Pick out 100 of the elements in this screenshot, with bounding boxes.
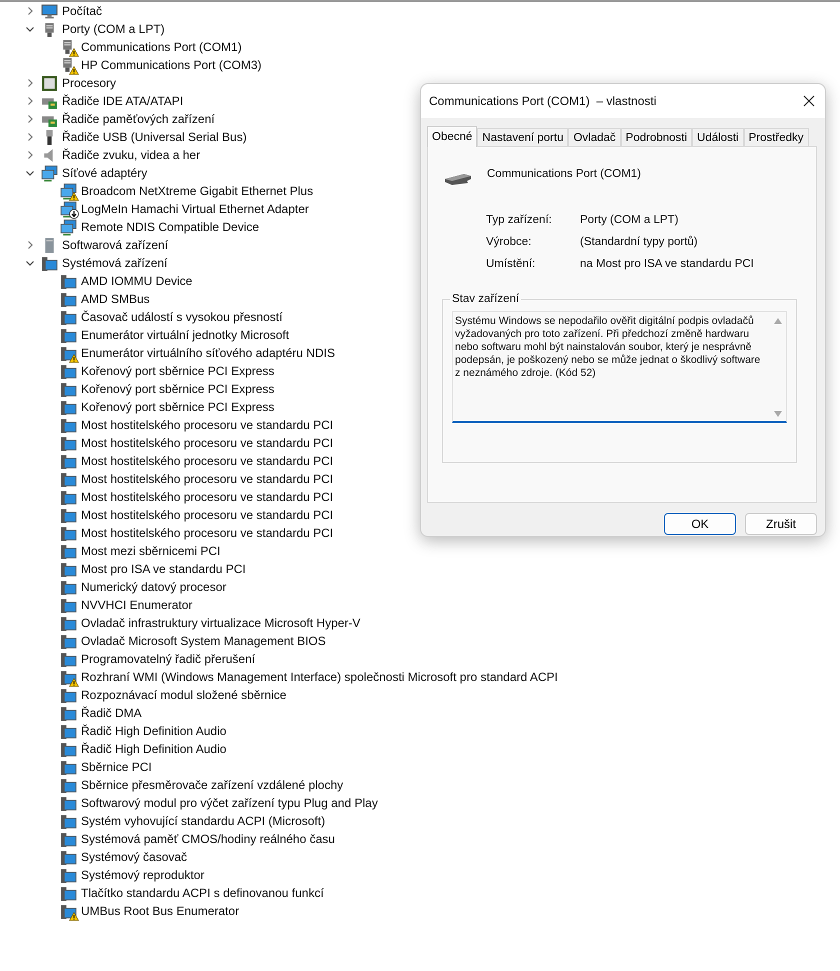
system-device-icon	[60, 506, 77, 524]
ok-button[interactable]: OK	[664, 513, 736, 535]
device-label[interactable]: Most hostitelského procesoru ve standardu PCI	[81, 525, 334, 541]
device-label[interactable]: Kořenový port sběrnice PCI Express	[81, 363, 274, 379]
chevron-icon[interactable]	[25, 114, 35, 124]
system-device-icon	[60, 596, 77, 614]
category-label[interactable]: Řadiče zvuku, videa a her	[62, 147, 200, 163]
device-label[interactable]: Kořenový port sběrnice PCI Express	[81, 381, 274, 397]
system-device-icon	[60, 488, 77, 506]
property-label: Typ zařízení:	[486, 213, 553, 228]
system-device-icon	[60, 416, 77, 434]
device-label[interactable]: Most mezi sběrnicemi PCI	[81, 543, 220, 559]
chevron-icon[interactable]	[25, 240, 35, 250]
system-device-icon	[60, 722, 77, 740]
close-icon[interactable]	[803, 95, 815, 107]
chevron-icon[interactable]	[25, 168, 35, 178]
device-label[interactable]: Softwarový modul pro výčet zařízení typu Plug and Play	[81, 795, 378, 811]
device-label[interactable]: Systémový časovač	[81, 849, 188, 865]
system-device-icon	[41, 254, 58, 272]
device-label[interactable]: Systém vyhovující standardu ACPI (Microsoft)	[81, 813, 326, 829]
category-label[interactable]: Softwarová zařízení	[62, 237, 168, 253]
category-label[interactable]: Řadiče paměťových zařízení	[62, 111, 215, 127]
device-label[interactable]: AMD IOMMU Device	[81, 273, 192, 289]
chevron-icon[interactable]	[25, 258, 35, 268]
system-device-icon	[60, 398, 77, 416]
category-label[interactable]: Procesory	[62, 75, 116, 91]
device-label[interactable]: Most hostitelského procesoru ve standardu PCI	[81, 489, 334, 505]
device-label[interactable]: NVVHCI Enumerator	[81, 597, 192, 613]
monitor-icon	[41, 2, 58, 20]
category-label[interactable]: Řadiče IDE ATA/ATAPI	[62, 93, 184, 109]
device-label[interactable]: Sběrnice přesměrovače zařízení vzdálené plochy	[81, 777, 344, 793]
device-label[interactable]: Most hostitelského procesoru ve standardu PCI	[81, 435, 334, 451]
system-device-icon	[60, 542, 77, 560]
device-label[interactable]: UMBus Root Bus Enumerator	[81, 903, 240, 919]
device-label[interactable]: Enumerátor virtuální jednotky Microsoft	[81, 327, 290, 343]
system-device-icon	[60, 380, 77, 398]
device-label[interactable]: Řadič High Definition Audio	[81, 741, 226, 757]
system-device-icon	[60, 524, 77, 542]
device-label[interactable]: Systémový reproduktor	[81, 867, 204, 883]
device-label[interactable]: Sběrnice PCI	[81, 759, 152, 775]
category-label[interactable]: Síťové adaptéry	[62, 165, 148, 181]
device-label[interactable]: Rozhraní WMI (Windows Management Interface) společnosti Microsoft pro standard ACPI	[81, 669, 558, 685]
device-label[interactable]: Most hostitelského procesoru ve standardu PCI	[81, 453, 334, 469]
device-label[interactable]: Broadcom NetXtreme Gigabit Ethernet Plus	[81, 183, 314, 199]
device-label[interactable]: Systémová paměť CMOS/hodiny reálného času	[81, 831, 335, 847]
device-label[interactable]: Řadič High Definition Audio	[81, 723, 226, 739]
device-label[interactable]: Ovladač infrastruktury virtualizace Microsoft Hyper-V	[81, 615, 360, 631]
property-value: na Most pro ISA ve standardu PCI	[580, 257, 755, 272]
property-value: Porty (COM a LPT)	[580, 213, 680, 228]
device-label[interactable]: Communications Port (COM1)	[81, 39, 242, 55]
system-device-icon	[60, 866, 77, 884]
tab[interactable]: Podrobnosti	[620, 128, 692, 146]
device-label[interactable]: Most hostitelského procesoru ve standardu PCI	[81, 471, 334, 487]
chevron-icon[interactable]	[25, 24, 35, 34]
device-label[interactable]: Kořenový port sběrnice PCI Express	[81, 399, 274, 415]
cancel-button[interactable]: Zrušit	[745, 513, 817, 535]
device-label[interactable]: Most hostitelského procesoru ve standardu PCI	[81, 417, 334, 433]
system-device-icon	[60, 326, 77, 344]
tab[interactable]: Obecné	[427, 126, 478, 147]
device-label[interactable]: Numerický datový procesor	[81, 579, 226, 595]
group-title: Stav zařízení	[451, 293, 520, 305]
device-label[interactable]: Most hostitelského procesoru ve standardu PCI	[81, 507, 334, 523]
system-device-icon	[60, 812, 77, 830]
chevron-icon[interactable]	[25, 6, 35, 16]
device-name: Communications Port (COM1)	[487, 168, 642, 180]
system-device-icon	[60, 794, 77, 812]
tab[interactable]: Prostředky	[744, 128, 809, 146]
system-device-icon	[60, 308, 77, 326]
category-label[interactable]: Porty (COM a LPT)	[62, 21, 165, 37]
network-icon	[41, 164, 58, 182]
device-label[interactable]: Tlačítko standardu ACPI s definovanou funkcí	[81, 885, 324, 901]
device-label[interactable]: Časovač událostí s vysokou přesností	[81, 309, 282, 325]
property-label: Umístění:	[486, 257, 536, 272]
status-field[interactable]	[452, 311, 787, 423]
chevron-icon[interactable]	[25, 150, 35, 160]
system-device-icon	[60, 884, 77, 902]
property-value: (Standardní typy portů)	[580, 235, 699, 250]
dialog-title: Communications Port (COM1) – vlastnosti	[429, 94, 656, 108]
device-label[interactable]: Most pro ISA ve standardu PCI	[81, 561, 246, 577]
category-label[interactable]: Počítač	[62, 3, 102, 19]
device-label[interactable]: Programovatelný řadič přerušení	[81, 651, 256, 667]
device-label[interactable]: AMD SMBus	[81, 291, 150, 307]
device-label[interactable]: Remote NDIS Compatible Device	[81, 219, 260, 235]
device-label[interactable]: Enumerátor virtuálního síťového adaptéru NDIS	[81, 345, 335, 361]
device-label[interactable]: Ovladač Microsoft System Management BIOS	[81, 633, 326, 649]
chevron-icon[interactable]	[25, 78, 35, 88]
tab[interactable]: Nastavení portu	[477, 128, 568, 146]
device-label[interactable]: Rozpoznávací modul složené sběrnice	[81, 687, 286, 703]
category-label[interactable]: Systémová zařízení	[62, 255, 168, 271]
system-device-icon	[60, 704, 77, 722]
network-icon	[60, 218, 77, 236]
chevron-icon[interactable]	[25, 96, 35, 106]
system-device-icon	[60, 848, 77, 866]
tab[interactable]: Ovladač	[568, 128, 621, 146]
device-label[interactable]: HP Communications Port (COM3)	[81, 57, 262, 73]
category-label[interactable]: Řadiče USB (Universal Serial Bus)	[62, 129, 247, 145]
system-device-icon	[60, 686, 77, 704]
tab[interactable]: Události	[692, 128, 744, 146]
device-label[interactable]: Řadič DMA	[81, 705, 142, 721]
chevron-icon[interactable]	[25, 132, 35, 142]
